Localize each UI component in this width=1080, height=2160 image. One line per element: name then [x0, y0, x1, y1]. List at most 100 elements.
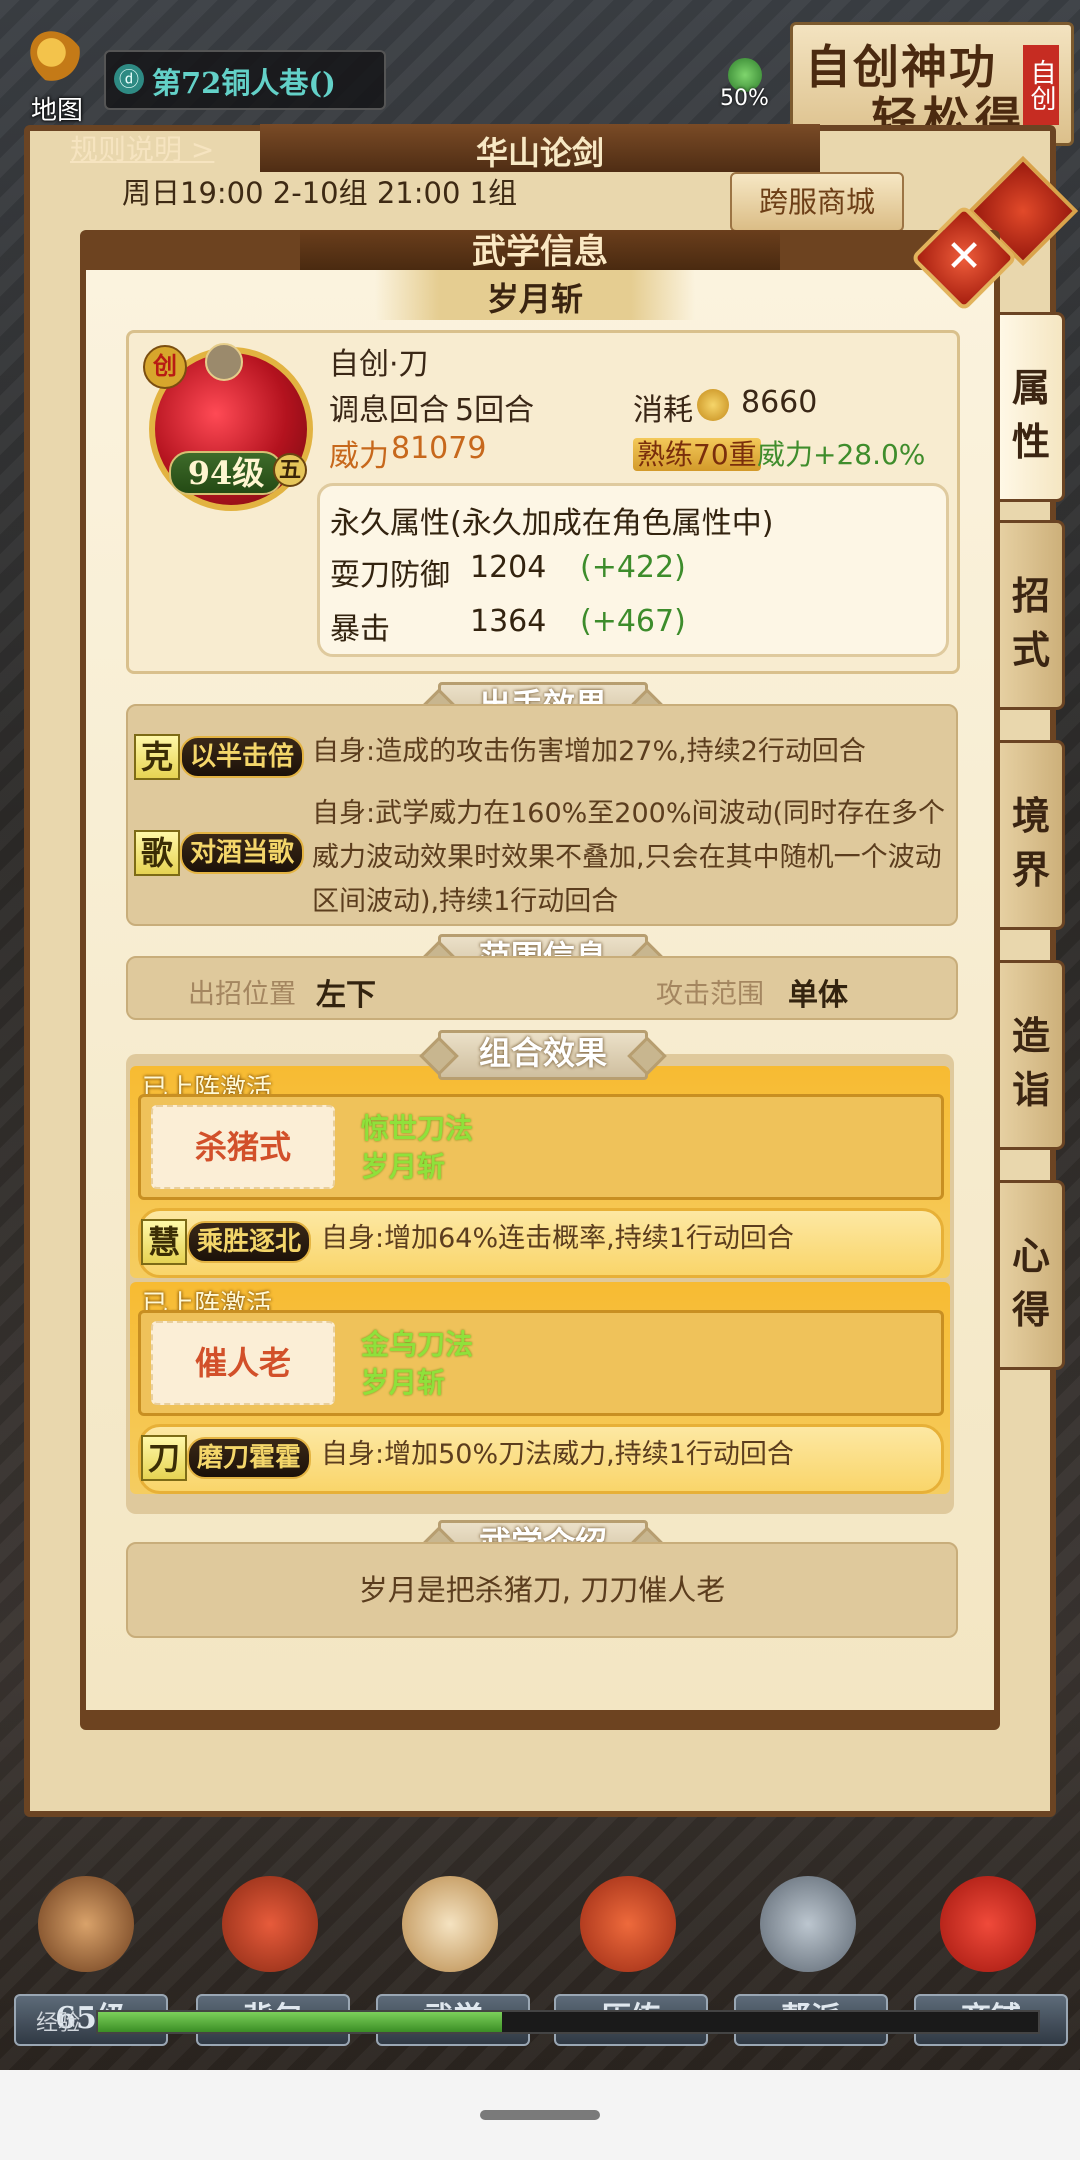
exp-bar — [96, 2010, 1040, 2034]
exp-label: 经验 — [36, 2011, 81, 2036]
attack-range-label: 攻击范围 — [656, 979, 764, 1010]
perm-attr-bonus: (+467) — [580, 604, 686, 639]
attack-range-value: 单体 — [788, 978, 848, 1013]
skill-tier-badge: 五 — [273, 453, 307, 487]
perm-attr-name: 暴击 — [330, 612, 390, 647]
skill-type: 自创·刀 — [329, 347, 429, 382]
cross-server-shop-button[interactable]: 跨服商城 — [730, 172, 904, 232]
training-gourd-icon[interactable] — [580, 1876, 676, 1972]
perm-attr-value: 1204 — [470, 550, 547, 585]
position-value: 左下 — [316, 978, 376, 1013]
character-avatar-icon[interactable] — [38, 1876, 134, 1972]
modal-title: 武学信息 — [472, 232, 608, 272]
tab-moves[interactable]: 招 式 — [1000, 520, 1065, 710]
backpack-icon[interactable] — [222, 1876, 318, 1972]
combo-block: 已上阵激活 催人老 金乌刀法 岁月斩 刀 磨刀霍霍 自身:增加50%刀法威力,持… — [130, 1282, 950, 1494]
map-label: 地图 — [30, 96, 83, 126]
location-shield-icon: ⓓ — [114, 64, 144, 94]
mastery-badge: 熟练70重 — [633, 438, 761, 471]
skill-name: 岁月斩 — [486, 280, 583, 318]
effect-icon: 刀 — [141, 1435, 187, 1481]
self-created-badge: 创 — [143, 345, 187, 389]
effect-icon: 慧 — [141, 1219, 187, 1265]
combo-effect: 慧 乘胜逐北 自身:增加64%连击概率,持续1行动回合 — [138, 1208, 944, 1278]
map-pin-icon — [19, 20, 97, 98]
martial-scroll-icon[interactable] — [402, 1876, 498, 1972]
lock-icon — [205, 343, 243, 381]
bottom-nav: 65级 背包 武学 历练 帮派 商铺 — [0, 1860, 1080, 2070]
combo-inner: 杀猪式 惊世刀法 岁月斩 — [138, 1094, 944, 1200]
tab-attainment-label-2: 诣 — [1011, 1067, 1050, 1112]
skill-name-banner: 岁月斩 — [375, 270, 695, 320]
cooldown-value: 5回合 — [455, 393, 535, 428]
tab-insights[interactable]: 心 得 — [1000, 1180, 1065, 1370]
perm-attr-value: 1364 — [470, 604, 547, 639]
system-nav-bar — [0, 2070, 1080, 2160]
tab-attainment-label-1: 造 — [1011, 1013, 1050, 1058]
combo-skill: 岁月斩 — [361, 1150, 446, 1183]
power-bonus-wrap: 威力+28.0% — [757, 433, 925, 473]
combo-effects-box: 已上阵激活 杀猪式 惊世刀法 岁月斩 慧 乘胜逐北 自身:增加64%连击概率,持… — [126, 1054, 954, 1514]
tab-attributes[interactable]: 属 性 — [1000, 312, 1065, 502]
combo-name: 杀猪式 — [151, 1105, 335, 1189]
combo-effect: 刀 磨刀霍霍 自身:增加50%刀法威力,持续1行动回合 — [138, 1424, 944, 1494]
modal-header: 武学信息 — [300, 230, 780, 272]
tab-insights-label-1: 心 — [1011, 1233, 1050, 1278]
huashan-title-bar: 华山论剑 — [260, 124, 820, 172]
effect-tag: 磨刀霍霍 — [187, 1437, 312, 1479]
effect-text: 自身:增加64%连击概率,持续1行动回合 — [321, 1223, 794, 1254]
combo-skill: 岁月斩 — [361, 1366, 446, 1399]
location-indicator[interactable]: ⓓ 第72铜人巷() — [104, 50, 386, 110]
permanent-attributes-box: 永久属性(永久加成在角色属性中) 耍刀防御 1204 (+422) 暴击 136… — [317, 483, 949, 657]
shop-lantern-icon[interactable] — [940, 1876, 1036, 1972]
huashan-title: 华山论剑 — [475, 134, 604, 172]
power-value: 81079 — [391, 431, 487, 466]
close-icon: ✕ — [945, 231, 983, 282]
tab-attainment[interactable]: 造 诣 — [1000, 960, 1065, 1150]
combo-name: 催人老 — [151, 1321, 335, 1405]
effect-text: 自身:武学威力在160%至200%间波动(同时存在多个威力波动效果时效果不叠加,… — [312, 798, 946, 917]
exp-bar-fill — [98, 2012, 503, 2032]
effect-icon: 克 — [134, 734, 180, 780]
effect-text: 自身:增加50%刀法威力,持续1行动回合 — [321, 1439, 794, 1470]
tab-moves-label-1: 招 — [1011, 573, 1050, 618]
combo-skill: 金乌刀法 — [361, 1328, 474, 1361]
top-hud: 地图 ⓓ 第72铜人巷() 50% 自创神功 轻松得 自创 — [0, 0, 1080, 146]
promo-seal: 自创 — [1023, 45, 1059, 125]
perm-attr-name: 耍刀防御 — [330, 558, 450, 593]
range-box: 出招位置 左下 攻击范围 单体 — [126, 956, 958, 1020]
home-indicator[interactable] — [480, 2110, 600, 2120]
event-schedule: 周日19:00 2-10组 21:00 1组 — [122, 176, 518, 210]
guild-emblem-icon[interactable] — [760, 1876, 856, 1972]
mastery-wrap: 熟练70重 — [633, 433, 761, 473]
cost-label: 消耗 — [633, 393, 693, 428]
tab-realm[interactable]: 境 界 — [1000, 740, 1065, 930]
combo-block: 已上阵激活 杀猪式 惊世刀法 岁月斩 慧 乘胜逐北 自身:增加64%连击概率,持… — [130, 1066, 950, 1278]
rules-link[interactable]: 规则说明 > — [70, 128, 214, 168]
permanent-title: 永久属性(永久加成在角色属性中) — [330, 506, 774, 541]
tab-attributes-label-2: 性 — [1011, 419, 1050, 464]
tab-attributes-label-1: 属 — [1011, 365, 1050, 410]
skill-intro: 岁月是把杀猪刀, 刀刀催人老 — [126, 1542, 958, 1638]
coin-icon — [697, 389, 729, 421]
effect-icon: 歌 — [134, 830, 180, 876]
tab-insights-label-2: 得 — [1011, 1287, 1050, 1332]
section-header-combo: 组合效果 — [438, 1030, 648, 1080]
effect-tag: 对酒当歌 — [180, 832, 305, 874]
perm-attr-bonus: (+422) — [580, 550, 686, 585]
location-name: 第72铜人巷() — [152, 66, 336, 100]
tab-moves-label-2: 式 — [1011, 627, 1050, 672]
cost-value: 8660 — [741, 385, 818, 420]
effect-tag: 以半击倍 — [180, 736, 305, 778]
boost-percent: 50% — [720, 86, 769, 111]
skill-info-card: 创 94级 五 自创·刀 调息回合 5回合 消耗 8660 威力 81079 熟… — [126, 330, 960, 674]
map-button[interactable]: 地图 — [14, 20, 100, 126]
cooldown-label: 调息回合 — [329, 393, 449, 428]
tab-realm-label-2: 界 — [1011, 847, 1050, 892]
effect-tag: 乘胜逐北 — [187, 1221, 312, 1263]
effect-text: 自身:造成的攻击伤害增加27%,持续2行动回合 — [312, 736, 866, 767]
combo-skill: 惊世刀法 — [361, 1112, 474, 1145]
power-label: 威力 — [329, 439, 389, 474]
power-bonus: 威力+28.0% — [757, 438, 926, 471]
effects-box: 克 以半击倍 自身:造成的攻击伤害增加27%,持续2行动回合 歌 对酒当歌 自身… — [126, 704, 958, 926]
